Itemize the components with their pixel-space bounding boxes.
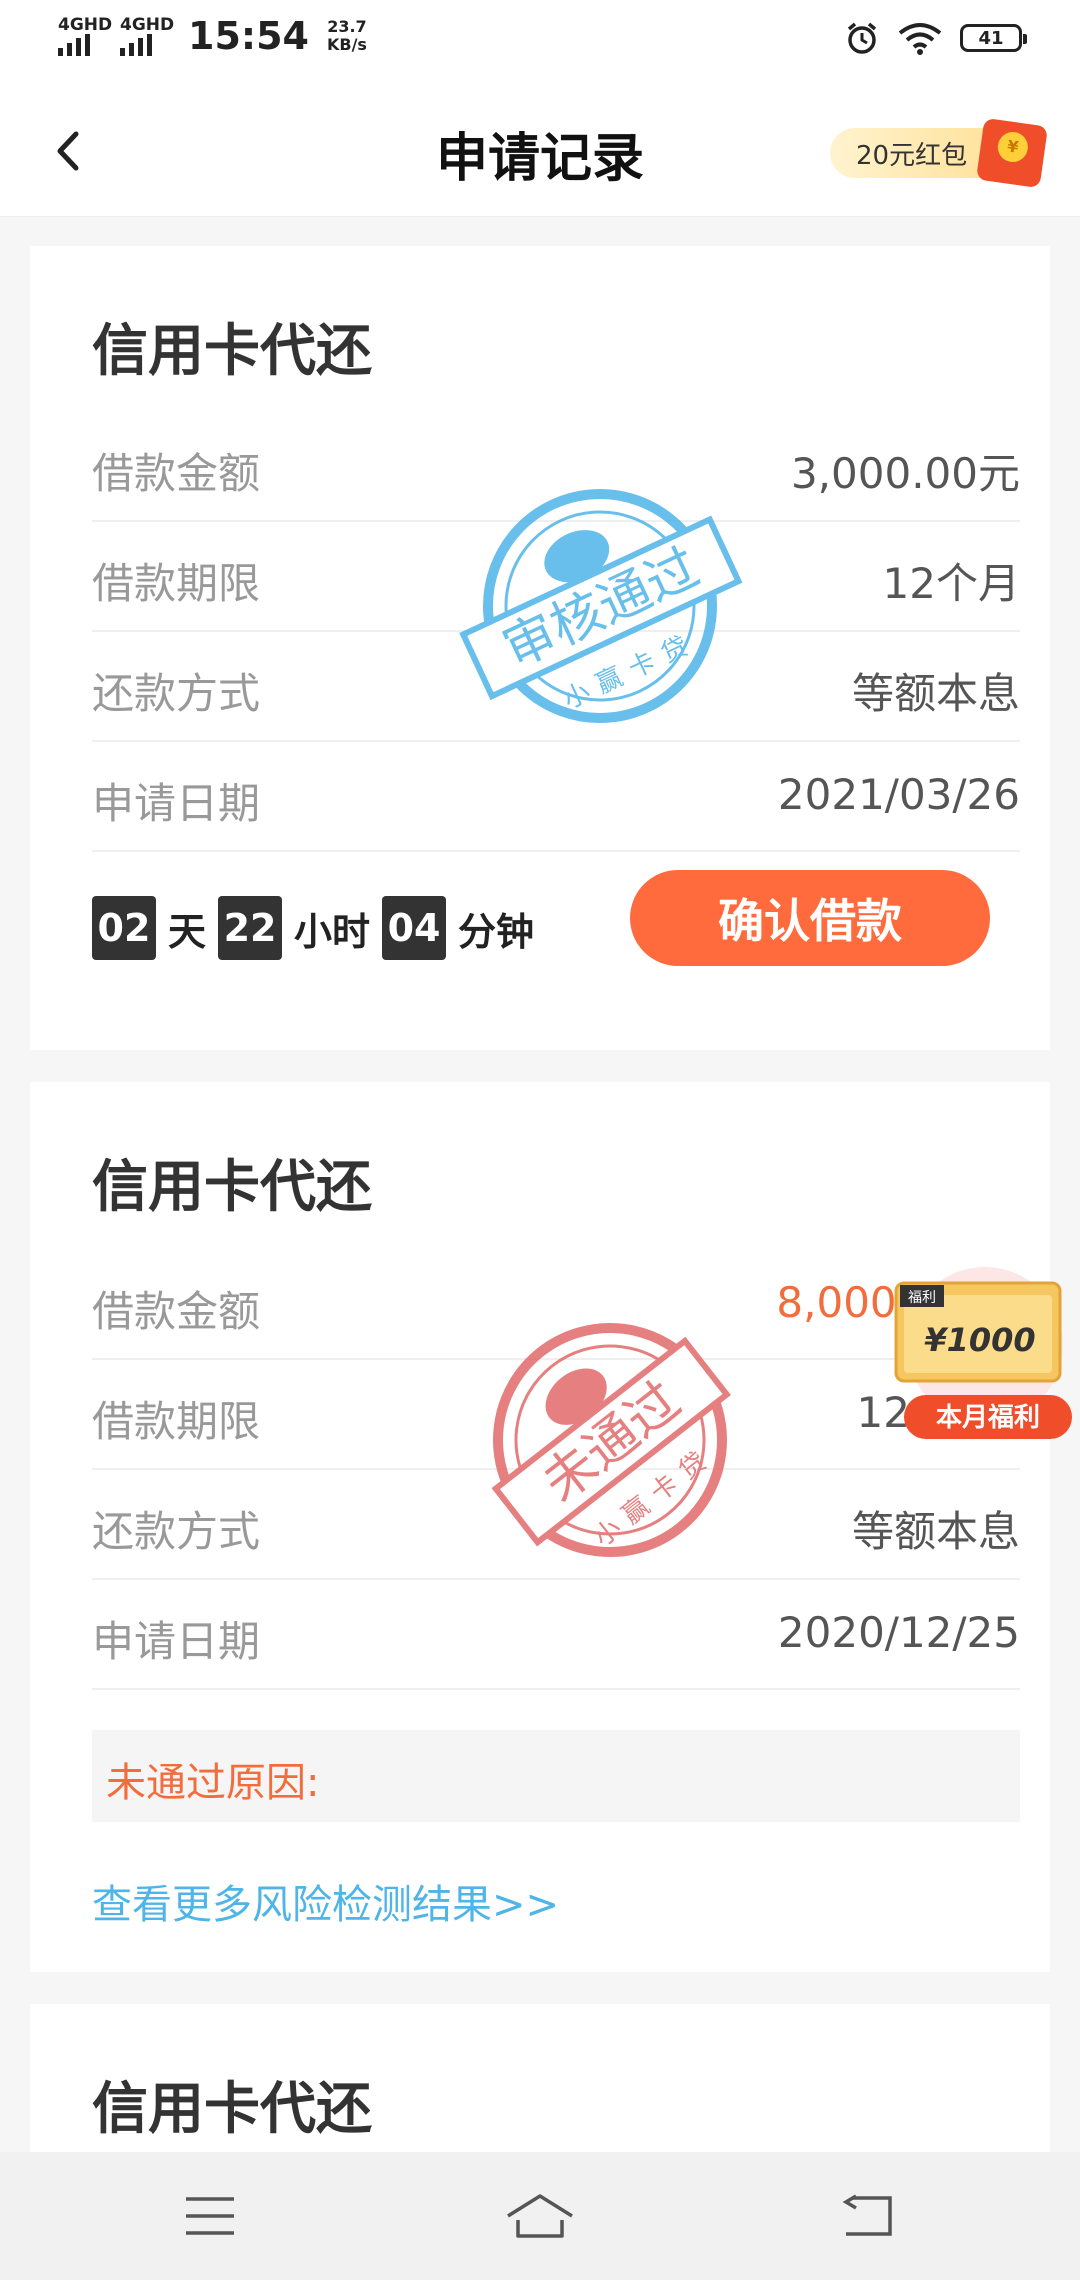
signal-indicator-1: 4GHD — [58, 15, 113, 56]
application-card: 信用卡代还 借款金额 8,000. 借款期限 12 还款方式 等额本息 申请日期… — [30, 1082, 1050, 1972]
rejection-reason-label: 未通过原因: — [106, 1760, 320, 1806]
application-card: 信用卡代还 借款金额 3,000.00元 借款期限 12个月 还款方式 等额本息… — [30, 246, 1050, 1050]
countdown-days: 02 — [92, 896, 156, 960]
back-nav-icon[interactable] — [842, 2194, 894, 2238]
menu-icon[interactable] — [184, 2196, 236, 2236]
rejection-reason-box: 未通过原因: — [92, 1730, 1020, 1822]
confirm-loan-button[interactable]: 确认借款 — [630, 870, 990, 966]
application-card: 信用卡代还 — [30, 2004, 1050, 2154]
rejected-stamp: 未通过 小赢卡贷 — [491, 1323, 731, 1557]
red-packet-button[interactable]: 20元红包 ¥ — [830, 117, 1050, 189]
approved-stamp: 审核通过 小赢卡贷 — [459, 489, 743, 723]
svg-text:本月福利: 本月福利 — [936, 1403, 1040, 1433]
wifi-icon — [898, 23, 942, 55]
network-type: 4GHD — [120, 15, 175, 35]
application-date-row: 申请日期 2021/03/26 — [92, 740, 1020, 852]
navigation-bar: 申请记录 20元红包 ¥ — [0, 86, 1080, 217]
svg-text:福利: 福利 — [908, 1290, 936, 1306]
countdown-minutes: 04 — [382, 896, 447, 960]
signal-indicator-2: 4GHD — [120, 15, 175, 56]
application-date-row: 申请日期 2020/12/25 — [92, 1578, 1020, 1690]
alarm-icon — [847, 22, 877, 54]
network-speed: 23.7 KB/s — [326, 17, 367, 54]
svg-text:¥1000: ¥1000 — [924, 1321, 1035, 1359]
countdown-timer: 02 天 22 小时 04 分钟 — [92, 896, 546, 960]
network-type: 4GHD — [58, 15, 113, 35]
red-packet-label: 20元红包 — [856, 140, 968, 171]
clock: 15:54 — [188, 14, 309, 58]
battery-indicator: 41 — [960, 24, 1027, 52]
monthly-welfare-badge[interactable]: 福利 ¥1000 本月福利 — [890, 1265, 1080, 1450]
status-bar: 4GHD 4GHD 15:54 23.7 KB/s 41 — [0, 0, 1080, 86]
red-envelope-icon: ¥ — [975, 117, 1049, 189]
countdown-hours: 22 — [218, 896, 283, 960]
card-title: 信用卡代还 — [92, 2077, 372, 2142]
home-icon[interactable] — [504, 2192, 576, 2240]
welfare-graphic: 福利 ¥1000 本月福利 — [894, 1267, 1072, 1439]
system-navigation-bar — [0, 2152, 1080, 2280]
card-title: 信用卡代还 — [92, 1155, 372, 1220]
card-title: 信用卡代还 — [92, 319, 372, 384]
view-more-risk-results-link[interactable]: 查看更多风险检测结果>> — [92, 1872, 559, 1930]
